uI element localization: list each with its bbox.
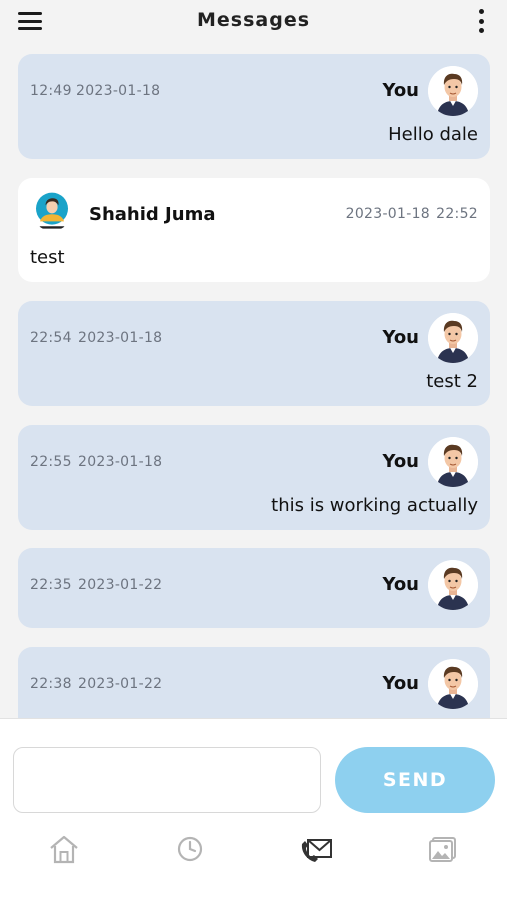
message-bubble: 22:35 2023-01-22 You [18,548,490,628]
message-sender: Shahid Juma [89,204,216,225]
user-avatar [428,560,478,610]
message-sender: You [382,673,419,694]
message-sender: You [382,574,419,595]
message-date: 2023-01-18 [78,330,163,346]
message-bubble: 22:55 2023-01-18 You this is working act… [18,425,490,530]
user-avatar [428,659,478,709]
clock-icon[interactable] [173,832,207,866]
send-button[interactable]: SEND [335,747,495,813]
message-text: Hello dale [388,124,478,145]
message-text: this is working actually [271,495,478,516]
message-date: 2023-01-18 [345,206,430,222]
page-title: Messages [196,9,311,31]
mail-phone-icon[interactable] [299,832,333,866]
message-sender: You [382,327,419,348]
gallery-icon[interactable] [426,832,460,866]
user-avatar [428,437,478,487]
home-icon[interactable] [47,832,81,866]
message-date: 2023-01-18 [76,83,161,99]
message-date: 2023-01-22 [78,676,163,692]
user-avatar [428,66,478,116]
message-bubble: 22:54 2023-01-18 You test 2 [18,301,490,406]
message-list[interactable]: 12:49 2023-01-18 You Hello dale Shahid J… [18,54,490,718]
contact-avatar [32,191,72,231]
message-time: 22:35 [30,577,72,593]
message-time: 22:52 [436,206,478,222]
message-time: 22:54 [30,330,72,346]
message-time: 22:38 [30,676,72,692]
more-options-icon[interactable] [477,9,485,33]
message-sender: You [382,80,419,101]
message-bubble: 22:38 2023-01-22 You [18,647,490,718]
message-bubble: Shahid Juma 2023-01-18 22:52 test [18,178,490,282]
message-text: test 2 [426,371,478,392]
message-time: 22:55 [30,454,72,470]
message-input[interactable] [13,747,321,813]
message-date: 2023-01-22 [78,577,163,593]
message-sender: You [382,451,419,472]
composer-panel: SEND [0,718,507,900]
message-time: 12:49 [30,83,72,99]
message-date: 2023-01-18 [78,454,163,470]
message-bubble: 12:49 2023-01-18 You Hello dale [18,54,490,159]
app-header: Messages [0,0,507,46]
message-text: test [30,247,65,268]
user-avatar [428,313,478,363]
